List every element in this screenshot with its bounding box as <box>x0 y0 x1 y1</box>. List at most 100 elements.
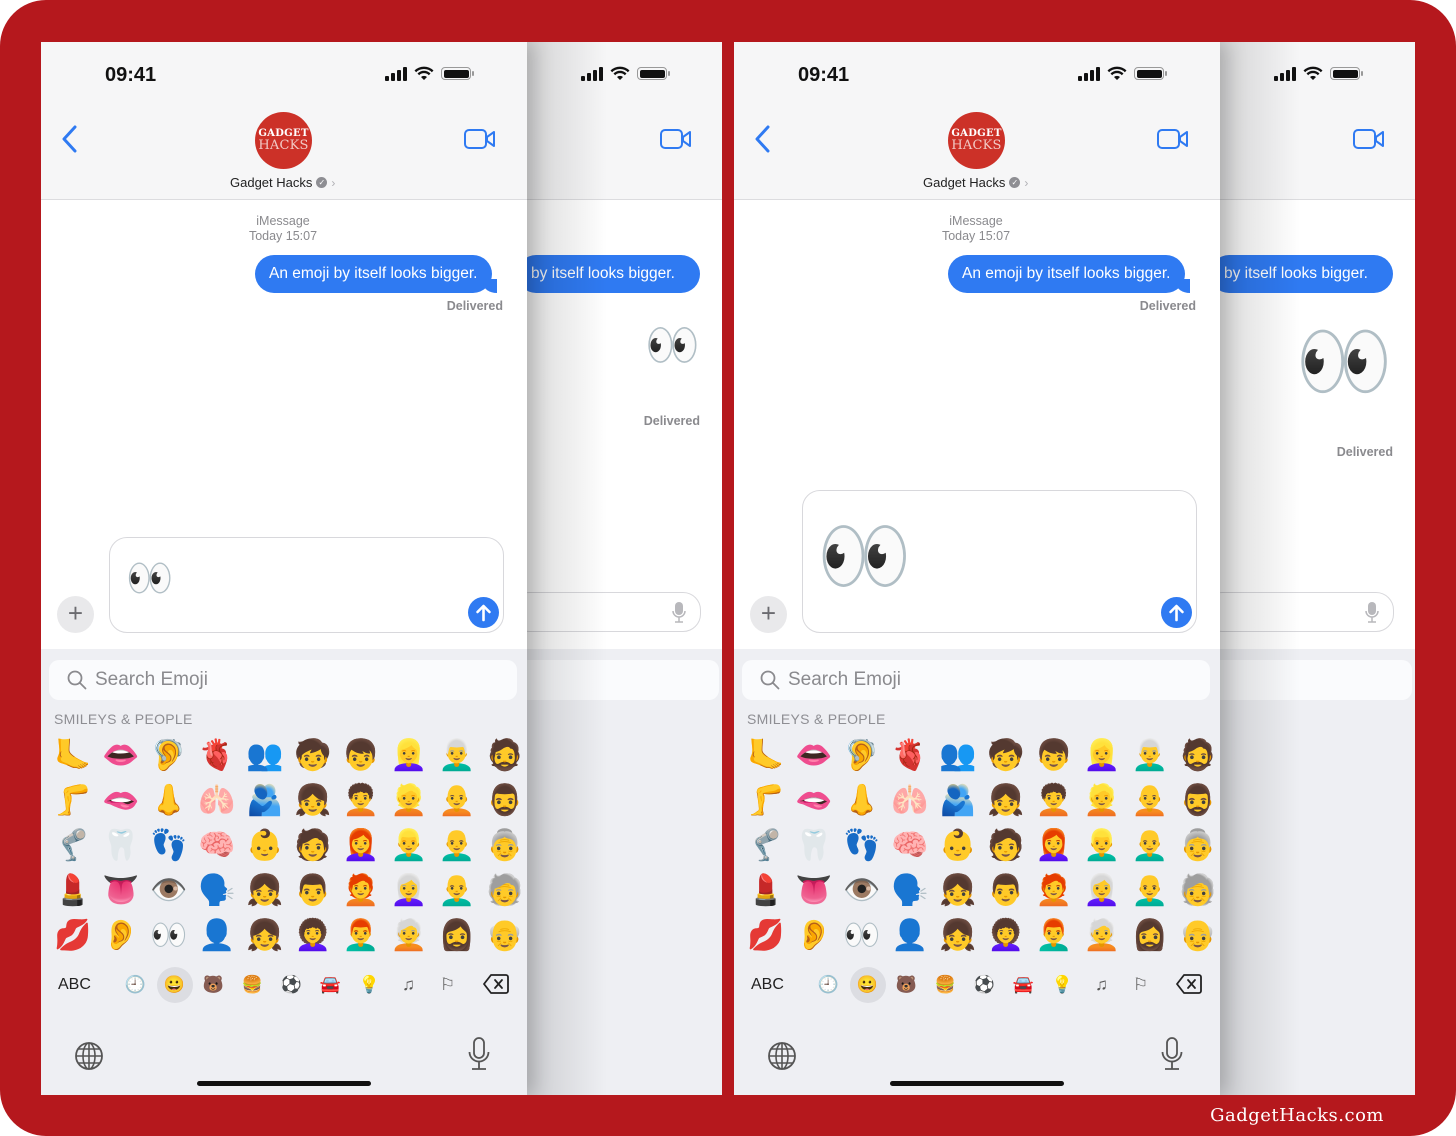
abc-button[interactable]: ABC <box>58 976 116 994</box>
emoji-key[interactable]: 👧 <box>934 868 982 913</box>
emoji-key[interactable]: 🫦 <box>790 778 838 823</box>
emoji-key[interactable]: 🗣️ <box>886 868 934 913</box>
message-input[interactable]: 👀 <box>802 490 1197 633</box>
emoji-key[interactable]: 👦 <box>337 733 385 778</box>
category-recent-icon[interactable]: 🕘 <box>809 967 848 1003</box>
message-bubble-back[interactable]: by itself looks bigger. <box>517 255 700 293</box>
emoji-key[interactable]: 👵 <box>1174 823 1222 868</box>
emoji-key[interactable]: 👅 <box>97 868 145 913</box>
emoji-key[interactable]: 👧 <box>241 868 289 913</box>
emoji-key[interactable]: 👣 <box>838 823 886 868</box>
emoji-key[interactable]: 🦶 <box>49 733 97 778</box>
emoji-key[interactable]: 👤 <box>886 913 934 958</box>
emoji-key[interactable]: 🧑‍🦲 <box>433 778 481 823</box>
globe-icon[interactable] <box>767 1041 797 1071</box>
emoji-key[interactable]: 🧠 <box>193 823 241 868</box>
emoji-key[interactable]: 🧑‍🦳 <box>1078 913 1126 958</box>
emoji-key[interactable]: 👧 <box>982 778 1030 823</box>
home-indicator[interactable] <box>197 1081 371 1086</box>
emoji-key[interactable]: 👱‍♂️ <box>1078 823 1126 868</box>
emoji-key[interactable]: 👶 <box>934 823 982 868</box>
emoji-key[interactable]: 👄 <box>97 733 145 778</box>
emoji-search-field[interactable]: Search Emoji <box>742 660 1210 700</box>
category-objects-icon[interactable]: 💡 <box>350 967 389 1003</box>
category-activity-icon[interactable]: ⚽ <box>272 967 311 1003</box>
emoji-key[interactable]: 👨‍🦲 <box>433 823 481 868</box>
emoji-key[interactable]: 🧠 <box>886 823 934 868</box>
emoji-key[interactable]: 🗣️ <box>193 868 241 913</box>
emoji-key[interactable]: 👨 <box>982 868 1030 913</box>
emoji-key[interactable]: 🧑‍🦰 <box>1030 868 1078 913</box>
emoji-key[interactable]: 👨‍🦳 <box>1126 733 1174 778</box>
send-button[interactable] <box>468 597 499 628</box>
category-recent-icon[interactable]: 🕘 <box>116 967 155 1003</box>
emoji-key[interactable]: 🧔‍♂️ <box>1174 778 1222 823</box>
sent-emoji-message[interactable]: 👀 <box>1296 322 1393 400</box>
category-symbols-icon[interactable]: ♫ <box>1082 967 1121 1003</box>
category-smileys-icon[interactable]: 😀 <box>849 967 886 1003</box>
abc-button[interactable]: ABC <box>751 976 809 994</box>
emoji-key[interactable]: 👩‍🦱 <box>982 913 1030 958</box>
emoji-key[interactable]: 🦻 <box>145 733 193 778</box>
emoji-key[interactable]: 🧔‍♀️ <box>1126 913 1174 958</box>
emoji-key[interactable]: 👃 <box>145 778 193 823</box>
emoji-key[interactable]: 🫂 <box>934 778 982 823</box>
sent-emoji-message[interactable]: 👀 <box>645 324 700 368</box>
emoji-key[interactable]: 👨‍🦲 <box>433 868 481 913</box>
message-input[interactable]: 👀 <box>109 537 504 633</box>
video-call-icon[interactable] <box>464 128 496 150</box>
emoji-key[interactable]: 👤 <box>193 913 241 958</box>
emoji-key[interactable]: 🫁 <box>193 778 241 823</box>
emoji-key[interactable]: 🫀 <box>886 733 934 778</box>
emoji-key[interactable]: 🧔‍♀️ <box>433 913 481 958</box>
emoji-key[interactable]: 👨‍🦰 <box>337 913 385 958</box>
emoji-key[interactable]: 👨‍🦳 <box>433 733 481 778</box>
home-indicator[interactable] <box>890 1081 1064 1086</box>
emoji-key[interactable]: 👴 <box>481 913 529 958</box>
contact-name-row[interactable]: Gadget Hacks ✓ › <box>230 175 335 190</box>
emoji-key[interactable]: 👂 <box>97 913 145 958</box>
emoji-key[interactable]: 👅 <box>790 868 838 913</box>
message-input-back[interactable] <box>1204 592 1394 632</box>
emoji-key[interactable]: 🦷 <box>97 823 145 868</box>
emoji-key[interactable]: 🫁 <box>886 778 934 823</box>
emoji-key[interactable]: 🧑‍🦲 <box>1126 778 1174 823</box>
emoji-key[interactable]: 👱 <box>385 778 433 823</box>
emoji-key[interactable]: 👣 <box>145 823 193 868</box>
emoji-key[interactable]: 🧑 <box>289 823 337 868</box>
contact-avatar[interactable]: GADGET HACKS <box>948 112 1005 169</box>
emoji-key[interactable]: 👩‍🦱 <box>289 913 337 958</box>
emoji-key[interactable]: 👀 <box>145 913 193 958</box>
emoji-key[interactable]: 🧑‍🦱 <box>337 778 385 823</box>
category-food-icon[interactable]: 🍔 <box>926 967 965 1003</box>
emoji-key[interactable]: 💄 <box>742 868 790 913</box>
contact-avatar[interactable]: GADGET HACKS <box>255 112 312 169</box>
emoji-key[interactable]: 🧔‍♂️ <box>481 778 529 823</box>
message-bubble[interactable]: An emoji by itself looks bigger. <box>255 255 497 293</box>
back-chevron-icon[interactable] <box>752 124 774 154</box>
emoji-key[interactable]: 🧒 <box>982 733 1030 778</box>
emoji-key[interactable]: 👂 <box>790 913 838 958</box>
category-travel-icon[interactable]: 🚘 <box>311 967 350 1003</box>
dictation-mic-icon[interactable] <box>468 1037 490 1071</box>
emoji-key[interactable]: 👁️ <box>145 868 193 913</box>
emoji-key[interactable]: 👱‍♂️ <box>385 823 433 868</box>
emoji-key[interactable]: 🧑 <box>982 823 1030 868</box>
delete-icon[interactable] <box>1176 973 1202 995</box>
emoji-key[interactable]: 🦵 <box>49 778 97 823</box>
emoji-key[interactable]: 👩‍🦰 <box>337 823 385 868</box>
emoji-key[interactable]: 🦶 <box>742 733 790 778</box>
emoji-key[interactable]: 👩‍🦳 <box>385 868 433 913</box>
message-input-back[interactable] <box>511 592 701 632</box>
emoji-key[interactable]: 🧑‍🦱 <box>1030 778 1078 823</box>
emoji-search-field[interactable]: Search Emoji <box>49 660 517 700</box>
emoji-key[interactable]: 👧 <box>289 778 337 823</box>
video-call-icon[interactable] <box>660 128 692 150</box>
emoji-key[interactable]: 👁️ <box>838 868 886 913</box>
emoji-key[interactable]: 👱 <box>1078 778 1126 823</box>
send-button[interactable] <box>1161 597 1192 628</box>
emoji-key[interactable]: 👵 <box>481 823 529 868</box>
emoji-key[interactable]: 🧒 <box>289 733 337 778</box>
emoji-key[interactable]: 🦵 <box>742 778 790 823</box>
emoji-key[interactable]: 👧 <box>241 913 289 958</box>
